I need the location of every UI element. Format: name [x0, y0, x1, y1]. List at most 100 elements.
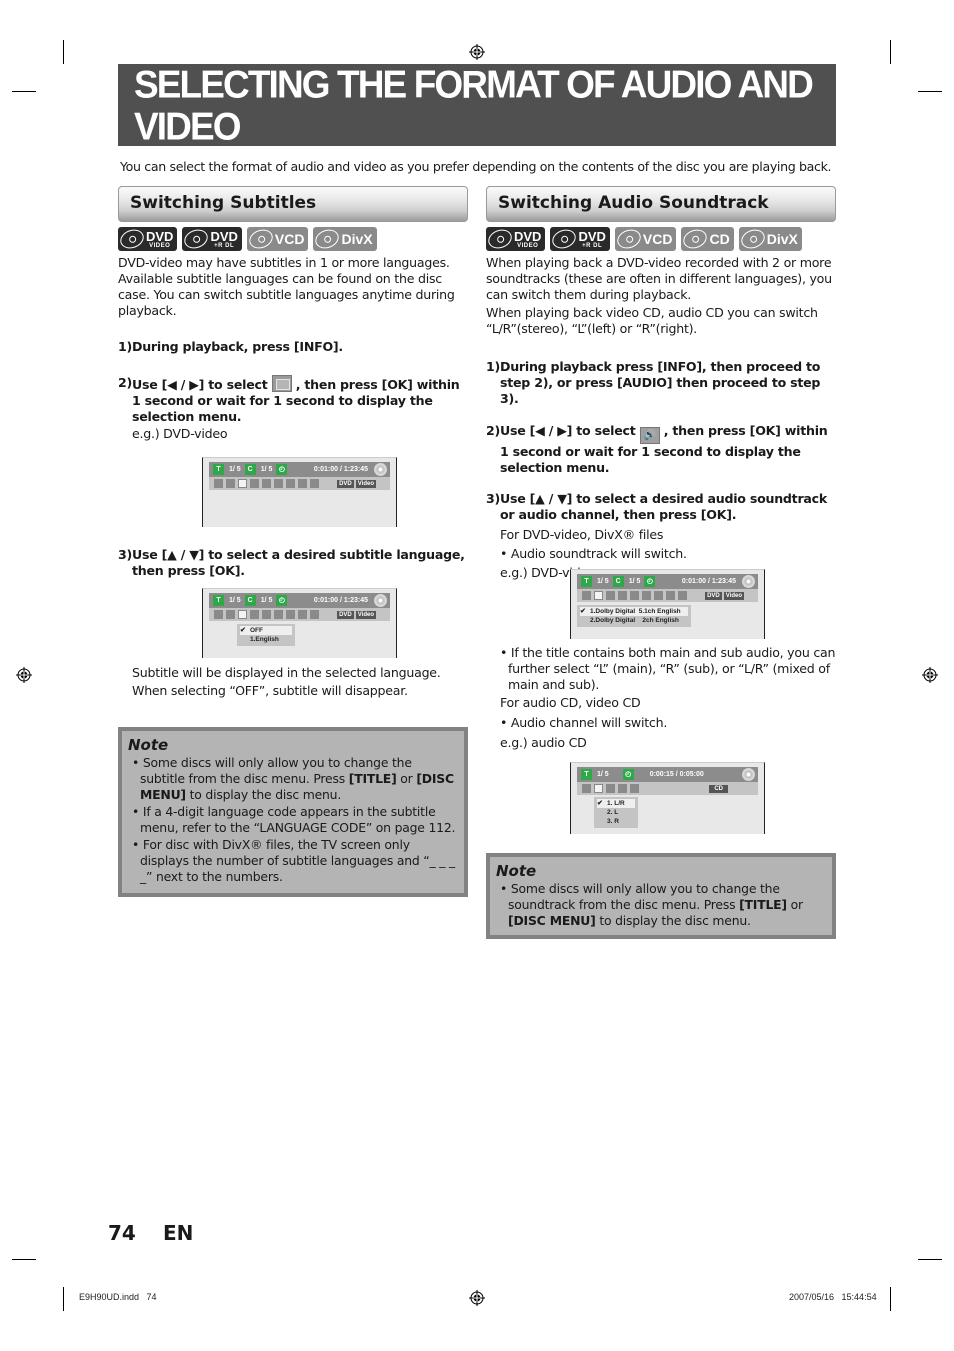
registration-mark-icon — [469, 44, 485, 60]
page-title: SELECTING THE FORMAT OF AUDIO AND VIDEO — [134, 62, 814, 148]
menu-option-label: OFF — [250, 627, 263, 634]
repeat-icon — [262, 610, 271, 619]
noise-reduction-icon — [286, 610, 295, 619]
disc-icon — [313, 226, 342, 252]
osd-status-bar: T 1/ 5 C 1/ 5 ◴ 0:01:00 / 1:23:45 — [577, 574, 758, 589]
note-text: to display the disc menu. — [595, 913, 751, 928]
osd-status-bar: T 1/ 5 C 1/ 5 ◴ 0:01:00 / 1:23:45 — [209, 462, 390, 477]
step-number: 3) — [486, 491, 501, 506]
surround-icon — [678, 591, 687, 600]
angle-icon — [250, 479, 259, 488]
disc-icon — [614, 226, 644, 252]
subtitle-icon — [238, 610, 247, 619]
badge-label: DVD VIDEO — [146, 230, 173, 249]
step-2: 2) Use [◀ / ▶] to select , then press [O… — [118, 375, 468, 425]
menu-option-r[interactable]: 3. R — [597, 817, 635, 826]
audio-speaker-icon: 🔊 — [639, 427, 660, 444]
subtitles-step3: 3) Use [▲ / ▼] to select a desired subti… — [118, 547, 468, 579]
badge-main-text: DVD — [146, 228, 174, 244]
checkmark-icon: ✔ — [240, 627, 246, 634]
registration-mark-icon — [469, 1290, 485, 1306]
menu-option-off[interactable]: ✔ OFF — [240, 626, 292, 635]
osd-status-bar: T 1/ 5 ◴ 0:00:15 / 0:05:00 — [577, 767, 758, 782]
note-text: For disc with DivX® files, the TV screen… — [140, 837, 455, 884]
marker-icon — [618, 784, 627, 793]
osd-screen-subtitle-info: T 1/ 5 C 1/ 5 ◴ 0:01:00 / 1:23:45 DVD Vi… — [202, 457, 397, 527]
disc-icon — [738, 226, 768, 252]
chapter-icon: C — [244, 595, 256, 606]
clock-icon: ◴ — [276, 464, 288, 475]
bullet-icon: • — [500, 881, 511, 896]
disc-tag: Video — [355, 479, 376, 488]
subtitles-results: Subtitle will be displayed in the select… — [118, 664, 468, 700]
note-text: or — [786, 897, 803, 912]
badge-main-text: VCD — [274, 231, 305, 247]
disc-icon — [117, 226, 147, 252]
osd-screen-audio-dvd: T 1/ 5 C 1/ 5 ◴ 0:01:00 / 1:23:45 DVD Vi… — [570, 569, 765, 639]
search-icon — [582, 784, 591, 793]
title-icon: T — [581, 576, 592, 587]
osd-function-icons: DVD Video — [577, 589, 758, 602]
osd-function-icons: DVD Video — [209, 608, 390, 621]
step-text-before: Use [◀ / ▶] to select — [500, 423, 640, 438]
disc-tag: Video — [723, 591, 744, 600]
title-icon: T — [213, 595, 224, 606]
menu-option-track-2[interactable]: 2.Dolby Digital 2ch English — [580, 616, 688, 625]
marker-icon — [274, 479, 283, 488]
menu-option-english[interactable]: 1.English — [240, 635, 292, 644]
crop-mark — [890, 1287, 891, 1311]
step-3: 3) Use [▲ / ▼] to select a desired audio… — [486, 491, 836, 523]
step-text: Use [◀ / ▶] to select 🔊 , then press [OK… — [500, 423, 836, 476]
badge-main-text: VCD — [642, 231, 673, 247]
zoom-icon — [298, 610, 307, 619]
angle-icon — [618, 591, 627, 600]
bullet-icon: • — [132, 804, 143, 819]
dvd-label: For DVD-video, DivX® files — [500, 527, 664, 542]
button-reference: [DISC MENU] — [508, 913, 596, 928]
badge-label: VCD — [275, 232, 305, 246]
note-heading: Note — [496, 862, 537, 880]
badge-sub-text: +R DL — [214, 242, 235, 249]
disc-badges: DVD VIDEO DVD +R DL VCD DivX — [117, 226, 468, 252]
title-banner: SELECTING THE FORMAT OF AUDIO AND VIDEO — [118, 62, 836, 148]
playback-time: 0:00:15 / 0:05:00 — [649, 771, 704, 778]
subtitle-icon — [271, 375, 292, 392]
badge-label: CD — [709, 232, 729, 246]
disc-type-tags: CD — [709, 784, 728, 793]
subtitle-language-menu: ✔ OFF 1.English — [237, 624, 295, 646]
note-item: • If a 4-digit language code appears in … — [128, 804, 456, 836]
osd-function-icons: DVD Video — [209, 477, 390, 490]
menu-option-l[interactable]: 2. L — [597, 808, 635, 817]
note-items: • Some discs will only allow you to chan… — [496, 881, 824, 929]
chapter-icon: C — [244, 464, 256, 475]
subtitle-icon — [606, 591, 615, 600]
osd-status-bar: T 1/ 5 C 1/ 5 ◴ 0:01:00 / 1:23:45 — [209, 593, 390, 608]
menu-option-label: 1.Dolby Digital 5.1ch English — [590, 608, 681, 615]
menu-option-lr[interactable]: ✔ 1. L/R — [597, 799, 635, 808]
step-text: Use [▲ / ▼] to select a desired subtitle… — [132, 547, 465, 578]
menu-option-track-1[interactable]: ✔ 1.Dolby Digital 5.1ch English — [580, 607, 688, 616]
step-text: Use [▲ / ▼] to select a desired audio so… — [500, 491, 828, 522]
title-icon: T — [213, 464, 224, 475]
step-number: 1) — [486, 359, 501, 374]
note-text: If a 4-digit language code appears in th… — [140, 804, 456, 835]
badge-main-text: DivX — [766, 231, 798, 247]
badge-sub-text: VIDEO — [517, 242, 539, 249]
disc-icon — [246, 226, 276, 252]
noise-reduction-icon — [286, 479, 295, 488]
menu-option-label: 1.English — [250, 636, 279, 643]
audio-note: Note • Some discs will only allow you to… — [486, 853, 836, 939]
chapter-value: 1/ 5 — [260, 466, 273, 473]
search-icon — [214, 479, 223, 488]
badge-label: VCD — [643, 232, 673, 246]
playback-time: 0:01:00 / 1:23:45 — [313, 597, 368, 604]
subtitles-section: Switching Subtitles DVD VIDEO DVD +R DL VCD D… — [117, 186, 468, 443]
disc-icon — [742, 768, 755, 781]
disc-badge-vcd: VCD — [246, 226, 309, 252]
subtitles-description: DVD-video may have subtitles in 1 or mor… — [118, 255, 455, 318]
note-items: • Some discs will only allow you to chan… — [128, 755, 456, 885]
disc-icon — [550, 226, 579, 252]
title-value: 1/ 5 — [229, 466, 241, 473]
clock-icon: ◴ — [276, 595, 288, 606]
footer-timestamp: 2007/05/16 15:44:54 — [789, 1292, 877, 1302]
